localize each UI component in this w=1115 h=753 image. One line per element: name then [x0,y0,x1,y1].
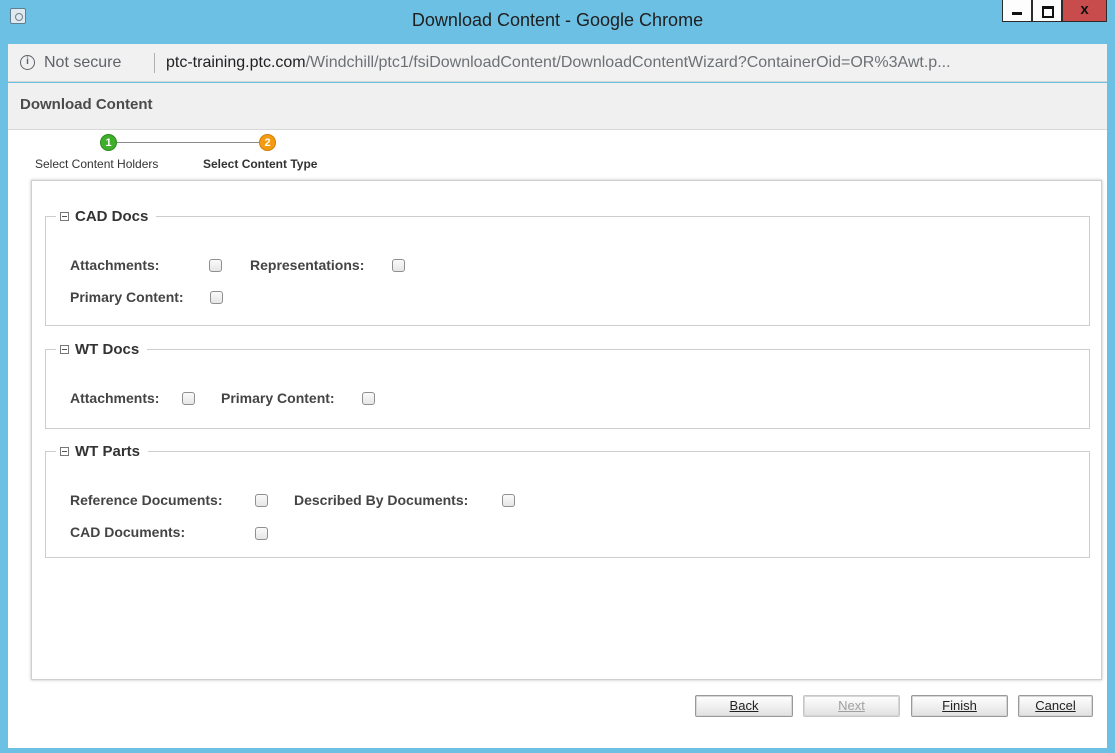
back-button[interactable]: Back [695,695,793,717]
wt-docs-group: WT Docs Attachments: Primary Content: [45,341,1090,429]
collapse-icon[interactable] [60,212,69,221]
wt-attachments-checkbox[interactable] [182,392,195,405]
wt-docs-legend[interactable]: WT Docs [56,341,147,358]
url-text[interactable]: ptc-training.ptc.com/Windchill/ptc1/fsiD… [166,54,1101,72]
next-button[interactable]: Next [803,695,900,717]
wt-parts-title: WT Parts [75,443,141,460]
page-content: Download Content 1 2 Select Content Hold… [8,83,1107,748]
browser-window: Download Content - Google Chrome x i Not… [0,0,1115,753]
collapse-icon[interactable] [60,345,69,354]
separator [154,53,155,73]
collapse-icon[interactable] [60,447,69,456]
security-status[interactable]: Not secure [44,54,121,72]
url-path: /Windchill/ptc1/fsiDownloadContent/Downl… [305,54,951,71]
title-bar: Download Content - Google Chrome x [0,0,1115,44]
step-2-label[interactable]: Select Content Type [203,157,317,171]
wt-parts-legend[interactable]: WT Parts [56,443,148,460]
wt-primary-content-checkbox[interactable] [362,392,375,405]
wt-primary-content-label: Primary Content: [221,390,335,406]
step-1-label[interactable]: Select Content Holders [35,157,158,171]
wt-parts-group: WT Parts Reference Documents: Described … [45,443,1090,558]
cad-primary-content-label: Primary Content: [70,289,184,305]
info-icon[interactable]: i [20,55,35,70]
maximize-button[interactable] [1032,0,1062,22]
reference-documents-label: Reference Documents: [70,492,223,508]
step-connector [117,142,267,143]
window-controls: x [1002,0,1107,28]
described-by-documents-label: Described By Documents: [294,492,469,508]
cad-primary-content-checkbox[interactable] [210,291,223,304]
close-button[interactable]: x [1062,0,1107,22]
url-host: ptc-training.ptc.com [166,54,306,71]
cad-docs-title: CAD Docs [75,208,149,225]
window-title: Download Content - Google Chrome [411,10,704,30]
step-1-complete-icon[interactable]: 1 [100,134,117,151]
cad-documents-label: CAD Documents: [70,524,186,540]
wizard-stepper: 1 2 Select Content Holders Select Conten… [8,131,408,176]
cad-docs-group: CAD Docs Attachments: Representations: P… [45,208,1090,326]
address-bar[interactable]: i Not secure ptc-training.ptc.com/Windch… [8,44,1107,82]
described-by-documents-checkbox[interactable] [502,494,515,507]
cad-representations-label: Representations: [250,257,365,273]
finish-button[interactable]: Finish [911,695,1008,717]
cad-representations-checkbox[interactable] [392,259,405,272]
step-2-current-icon[interactable]: 2 [259,134,276,151]
page-title: Download Content [8,83,1107,130]
content-type-panel: CAD Docs Attachments: Representations: P… [31,180,1102,680]
cad-docs-legend[interactable]: CAD Docs [56,208,156,225]
cad-attachments-checkbox[interactable] [209,259,222,272]
wt-attachments-label: Attachments: [70,390,160,406]
cancel-button[interactable]: Cancel [1018,695,1093,717]
minimize-button[interactable] [1002,0,1032,22]
reference-documents-checkbox[interactable] [255,494,268,507]
cad-attachments-label: Attachments: [70,257,160,273]
wt-docs-title: WT Docs [75,341,140,358]
cad-documents-checkbox[interactable] [255,527,268,540]
